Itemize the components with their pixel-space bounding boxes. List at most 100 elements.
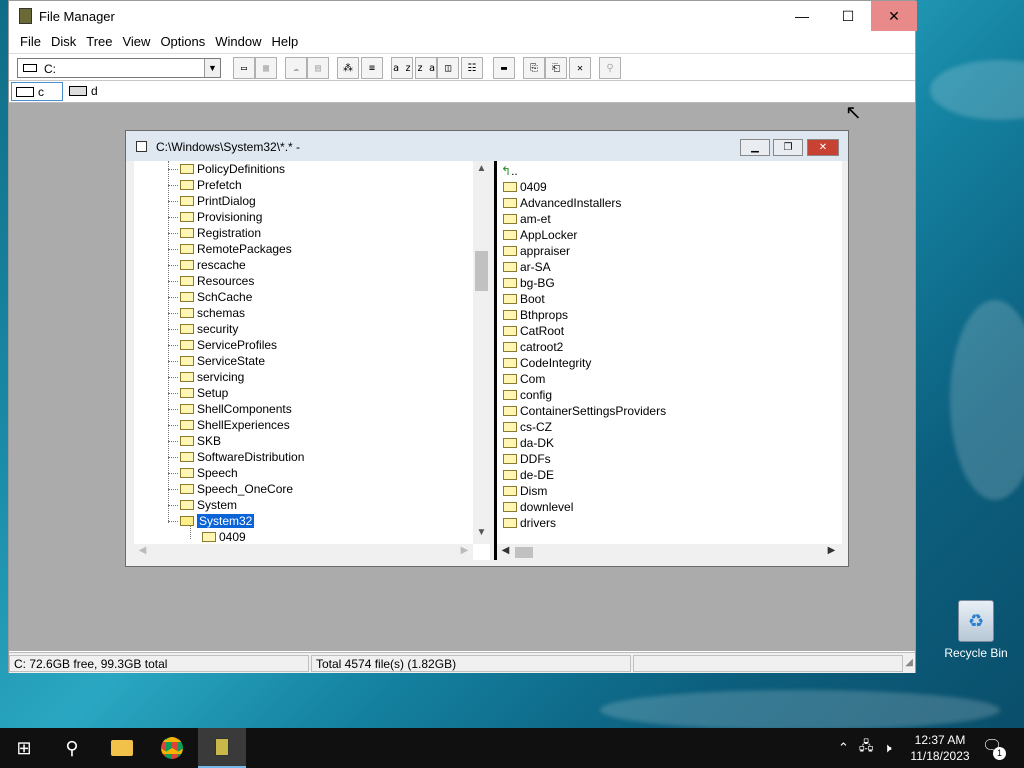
menu-help[interactable]: Help — [267, 31, 304, 53]
file-scroll-thumb[interactable] — [515, 547, 533, 558]
toolbar-button-7[interactable]: z a — [415, 57, 437, 79]
tree-item[interactable]: Speech_OneCore — [168, 481, 293, 497]
file-list-item[interactable]: Com — [503, 371, 545, 387]
tree-item[interactable]: PrintDialog — [168, 193, 256, 209]
tree-item[interactable]: ServiceProfiles — [168, 337, 277, 353]
tree-horizontal-scrollbar[interactable]: ◀ ▶ — [134, 544, 473, 560]
directory-tree[interactable]: PolicyDefinitions Prefetch PrintDialog Prov… — [134, 161, 490, 560]
recycle-bin[interactable]: Recycle Bin — [940, 600, 1012, 660]
file-list-item[interactable]: CatRoot — [503, 323, 564, 339]
scroll-left-icon[interactable]: ◀ — [134, 545, 151, 556]
drive-d[interactable]: d — [65, 82, 117, 101]
clock[interactable]: 12:37 AM 11/18/2023 — [900, 732, 980, 764]
scroll-right-icon[interactable]: ▶ — [823, 545, 840, 556]
file-list-item[interactable]: AdvancedInstallers — [503, 195, 621, 211]
toolbar-button-13[interactable]: ✕ — [569, 57, 591, 79]
menu-disk[interactable]: Disk — [46, 31, 81, 53]
file-list-item[interactable]: ar-SA — [503, 259, 551, 275]
tree-item[interactable]: System — [168, 497, 237, 513]
file-list-item[interactable]: Boot — [503, 291, 545, 307]
drive-c[interactable]: c — [11, 82, 63, 101]
tree-item[interactable]: ServiceState — [168, 353, 265, 369]
file-list-item[interactable]: AppLocker — [503, 227, 577, 243]
file-list-item[interactable]: catroot2 — [503, 339, 563, 355]
start-button[interactable]: ⊞ — [0, 728, 48, 768]
file-manager-taskbar-button[interactable] — [198, 728, 246, 768]
menu-tree[interactable]: Tree — [81, 31, 117, 53]
drive-select[interactable]: C: ▼ — [17, 58, 221, 78]
file-list-item[interactable]: am-et — [503, 211, 551, 227]
file-manager-window[interactable]: File Manager — ☐ ✕ File Disk Tree View O… — [8, 0, 917, 673]
tree-item[interactable]: Speech — [168, 465, 238, 481]
file-list-item[interactable]: cs-CZ — [503, 419, 552, 435]
file-horizontal-scrollbar[interactable]: ◀ ▶ — [497, 544, 842, 560]
child-close-button[interactable]: ✕ — [807, 139, 839, 156]
tree-item-child[interactable]: 0409 — [202, 529, 246, 545]
toolbar-button-6[interactable]: a z — [391, 57, 413, 79]
parent-directory-item[interactable]: ↰.. — [501, 163, 518, 179]
volume-muted-icon[interactable]: 🕨 — [883, 740, 891, 756]
toolbar-button-3[interactable]: ▤ — [307, 57, 329, 79]
tree-item[interactable]: rescache — [168, 257, 246, 273]
toolbar-button-10[interactable]: ▬ — [493, 57, 515, 79]
toolbar-button-14[interactable]: ⚲ — [599, 57, 621, 79]
tree-item[interactable]: SKB — [168, 433, 221, 449]
toolbar-button-9[interactable]: ☷ — [461, 57, 483, 79]
file-explorer-taskbar-button[interactable] — [98, 728, 146, 768]
tree-item[interactable]: RemotePackages — [168, 241, 292, 257]
toolbar-button-4[interactable]: ⁂ — [337, 57, 359, 79]
scroll-right-icon[interactable]: ▶ — [456, 545, 473, 556]
toolbar-button-0[interactable]: ▭ — [233, 57, 255, 79]
toolbar-button-8[interactable]: ◫ — [437, 57, 459, 79]
file-list-item[interactable]: de-DE — [503, 467, 554, 483]
chrome-taskbar-button[interactable] — [148, 728, 196, 768]
tree-item[interactable]: security — [168, 321, 238, 337]
child-minimize-button[interactable]: ▁ — [740, 139, 770, 156]
search-button[interactable]: ⚲ — [48, 728, 96, 768]
resize-grip-icon[interactable]: ◢ — [905, 657, 913, 668]
toolbar-button-12[interactable]: ⎗ — [545, 57, 567, 79]
tree-item[interactable]: servicing — [168, 369, 244, 385]
tree-item[interactable]: schemas — [168, 305, 245, 321]
maximize-button[interactable]: ☐ — [825, 1, 871, 31]
file-list-item[interactable]: drivers — [503, 515, 556, 531]
tree-item[interactable]: PolicyDefinitions — [168, 161, 285, 177]
tree-vertical-scrollbar[interactable]: ▲ ▼ — [473, 161, 490, 544]
network-icon[interactable]: 🖧 — [859, 737, 874, 759]
tree-item[interactable]: Setup — [168, 385, 228, 401]
child-restore-button[interactable]: ❐ — [773, 139, 803, 156]
minimize-button[interactable]: — — [779, 1, 825, 31]
file-list-item[interactable]: config — [503, 387, 552, 403]
tree-scroll-thumb[interactable] — [475, 251, 488, 291]
scroll-left-icon[interactable]: ◀ — [497, 545, 514, 556]
file-list-item[interactable]: Dism — [503, 483, 547, 499]
scroll-down-icon[interactable]: ▼ — [473, 527, 490, 538]
tree-item[interactable]: Prefetch — [168, 177, 242, 193]
chevron-down-icon[interactable]: ▼ — [204, 59, 220, 77]
close-button[interactable]: ✕ — [871, 1, 917, 31]
pane-splitter[interactable] — [490, 161, 497, 560]
toolbar-button-5[interactable]: ≡ — [361, 57, 383, 79]
file-list-item[interactable]: appraiser — [503, 243, 570, 259]
directory-window[interactable]: C:\Windows\System32\*.* - ▁ ❐ ✕ PolicyDe… — [125, 130, 849, 567]
file-list-item[interactable]: bg-BG — [503, 275, 555, 291]
file-list-item[interactable]: CodeIntegrity — [503, 355, 591, 371]
tree-item[interactable]: Resources — [168, 273, 254, 289]
title-bar[interactable]: File Manager — ☐ ✕ — [9, 1, 917, 31]
menu-view[interactable]: View — [117, 31, 155, 53]
file-list-item[interactable]: Bthprops — [503, 307, 568, 323]
toolbar-button-11[interactable]: ⎘ — [523, 57, 545, 79]
toolbar-button-1[interactable]: ▦ — [255, 57, 277, 79]
action-center-button[interactable]: 🗨 1 — [982, 736, 1006, 760]
file-list[interactable]: ↰.. 0409 AdvancedInstallers am-et AppLocker… — [497, 161, 842, 560]
file-list-item[interactable]: ContainerSettingsProviders — [503, 403, 666, 419]
menu-options[interactable]: Options — [155, 31, 210, 53]
tree-item[interactable]: SchCache — [168, 289, 252, 305]
file-list-item[interactable]: downlevel — [503, 499, 573, 515]
menu-file[interactable]: File — [15, 31, 46, 53]
file-list-item[interactable]: da-DK — [503, 435, 554, 451]
tree-item[interactable]: Provisioning — [168, 209, 262, 225]
toolbar-button-2[interactable]: ☁ — [285, 57, 307, 79]
scroll-up-icon[interactable]: ▲ — [473, 163, 490, 174]
directory-window-title-bar[interactable]: C:\Windows\System32\*.* - ▁ ❐ ✕ — [126, 131, 848, 161]
